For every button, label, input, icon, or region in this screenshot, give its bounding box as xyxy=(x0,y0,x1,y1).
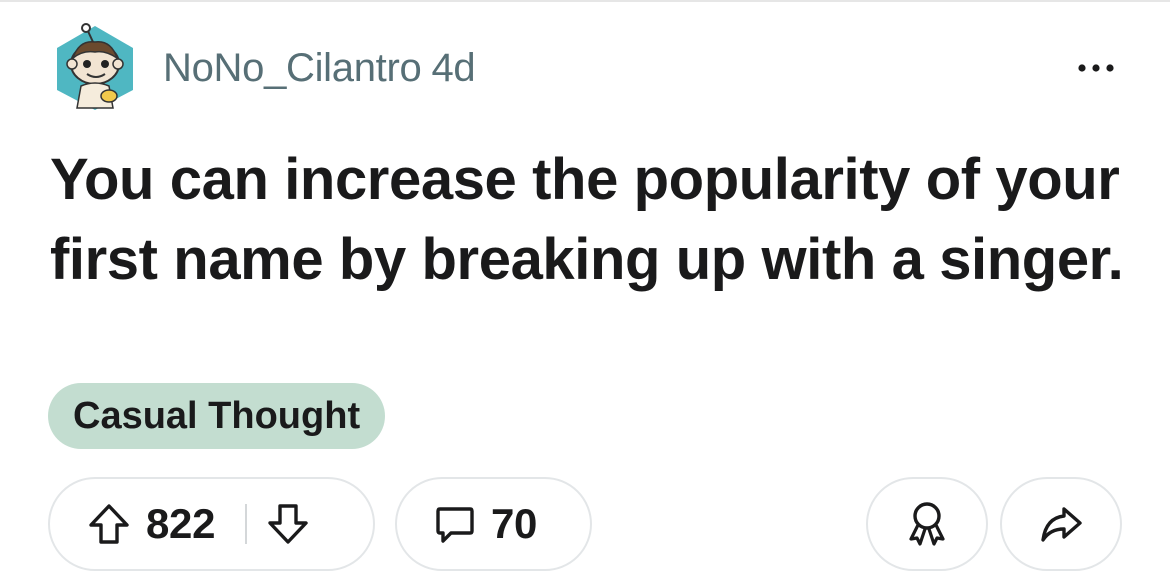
post-flair[interactable]: Casual Thought xyxy=(48,383,386,449)
downvote-arrow-icon xyxy=(268,504,308,544)
share-button[interactable] xyxy=(1000,477,1122,571)
comment-bubble-icon xyxy=(436,507,474,543)
more-options-icon xyxy=(1078,64,1114,72)
snoo-avatar-icon[interactable] xyxy=(53,20,137,112)
upvote-count: 822 xyxy=(146,500,216,547)
share-arrow-icon xyxy=(1041,507,1082,542)
author-name[interactable]: NoNo_Cilantro xyxy=(163,46,422,90)
comment-count: 70 xyxy=(491,500,538,547)
upvote-button[interactable] xyxy=(86,501,132,547)
post-age: 4d xyxy=(431,46,476,90)
award-icon xyxy=(909,502,945,546)
comments-button[interactable]: 70 xyxy=(395,477,592,571)
upvote-arrow-icon xyxy=(89,504,129,544)
vote-bar: 822 xyxy=(48,477,375,571)
downvote-button[interactable] xyxy=(265,501,311,547)
top-divider xyxy=(0,0,1170,2)
more-options-button[interactable] xyxy=(1072,52,1120,84)
post-meta: NoNo_Cilantro 4d xyxy=(163,46,476,91)
award-button[interactable] xyxy=(866,477,988,571)
post-title[interactable]: You can increase the popularity of your … xyxy=(50,140,1140,300)
vote-divider xyxy=(245,504,248,544)
